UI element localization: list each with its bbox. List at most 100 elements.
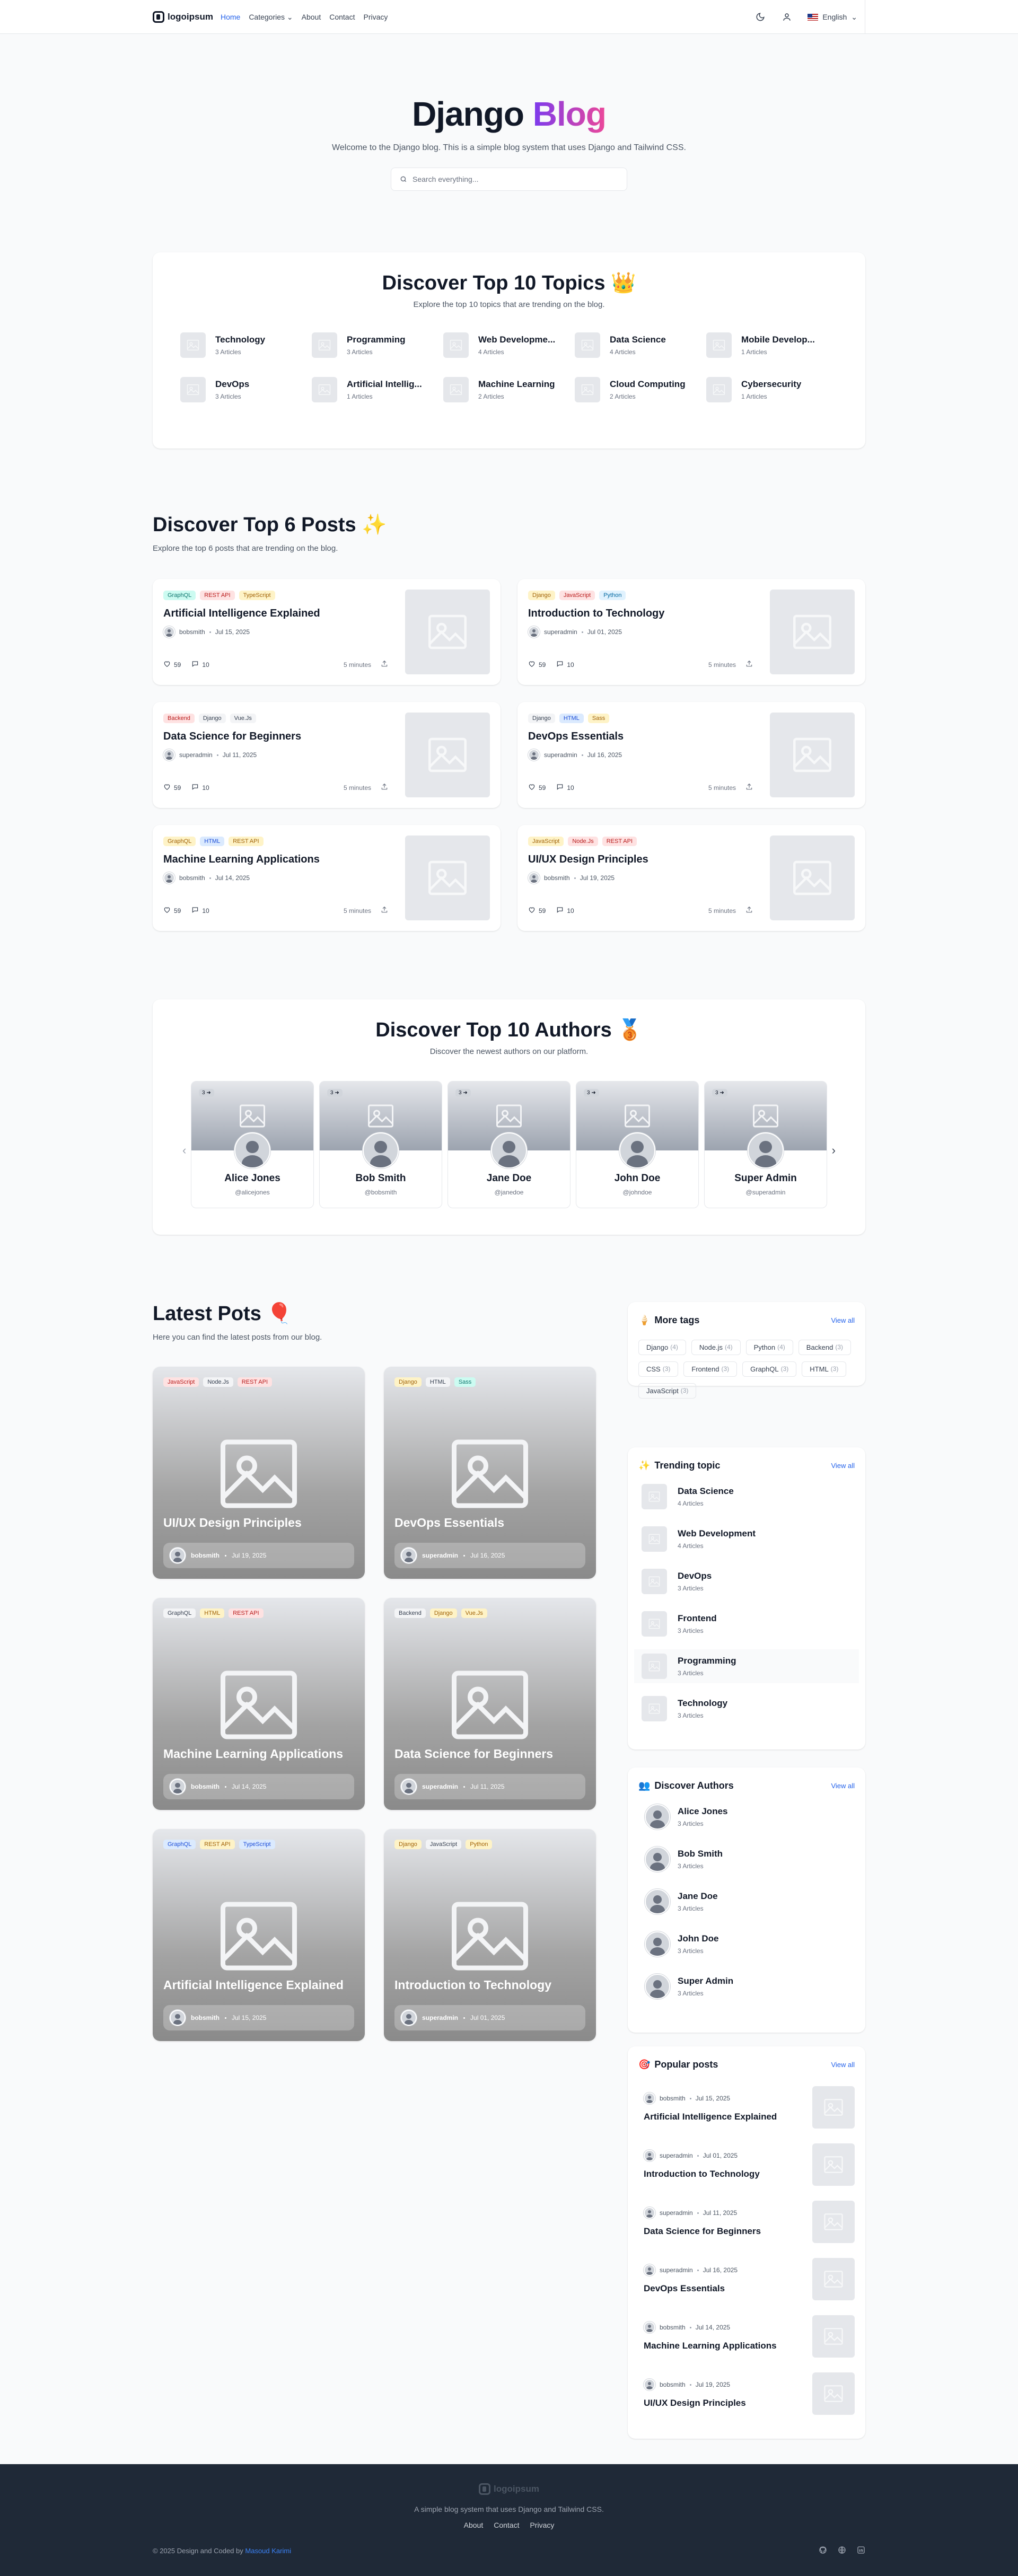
tag-chip[interactable]: Vue.Js (230, 714, 256, 723)
tag-chip[interactable]: Vue.Js (461, 1608, 487, 1618)
topic-item[interactable]: Cybersecurity 1 Articles (706, 377, 838, 402)
topic-item[interactable]: DevOps 3 Articles (180, 377, 312, 402)
tag-chip[interactable]: Backend (163, 714, 195, 723)
top-post-card[interactable]: Django JavaScript Python Introduction to T… (517, 579, 865, 685)
footer-link-privacy[interactable]: Privacy (530, 2521, 554, 2529)
footer-link-contact[interactable]: Contact (494, 2521, 519, 2529)
view-all-tags-link[interactable]: View all (831, 1316, 855, 1324)
brand-logo[interactable]: logoipsum (153, 11, 213, 23)
latest-post-card[interactable]: Backend Django Vue.Js Data Science for Beg… (384, 1598, 596, 1810)
user-icon[interactable] (781, 11, 793, 23)
tag-chip[interactable]: Python (4) (745, 1340, 793, 1355)
tag-chip[interactable]: REST API (237, 1377, 273, 1387)
latest-post-card[interactable]: GraphQL REST API TypeScript Artificial Int… (153, 1829, 365, 2041)
popular-post-item[interactable]: superadmin Jul 11, 2025 Data Science for … (638, 2201, 855, 2243)
topic-item[interactable]: Artificial Intellig... 1 Articles (312, 377, 443, 402)
tag-chip[interactable]: HTML (425, 1377, 450, 1387)
dark-mode-icon[interactable] (754, 11, 766, 23)
tag-chip[interactable]: Sass (587, 714, 610, 723)
top-post-card[interactable]: GraphQL REST API TypeScript Artificial Int… (153, 579, 501, 685)
tag-chip[interactable]: Django (429, 1608, 457, 1618)
carousel-next-icon[interactable]: › (832, 1144, 836, 1157)
tag-chip[interactable]: REST API (229, 837, 264, 846)
post-title[interactable]: UI/UX Design Principles (163, 1516, 302, 1530)
author-item[interactable]: Bob Smith 3 Articles (638, 1847, 855, 1872)
topic-item[interactable]: Machine Learning 2 Articles (443, 377, 575, 402)
view-all-authors-link[interactable]: View all (831, 1782, 855, 1790)
tag-chip[interactable]: JavaScript (3) (638, 1383, 697, 1399)
tag-chip[interactable]: HTML (200, 837, 225, 846)
trending-topic-item[interactable]: Data Science 4 Articles (638, 1484, 855, 1509)
post-title[interactable]: DevOps Essentials (394, 1516, 504, 1530)
author-link[interactable]: Masoud Karimi (245, 2547, 291, 2555)
language-select[interactable]: English ⌄ (808, 0, 865, 34)
tag-chip[interactable]: REST API (229, 1608, 264, 1618)
popular-post-item[interactable]: bobsmith Jul 14, 2025 Machine Learning Ap… (638, 2315, 855, 2358)
nav-link-about[interactable]: About (302, 13, 321, 22)
tag-chip[interactable]: REST API (602, 837, 637, 846)
topic-item[interactable]: Web Developme... 4 Articles (443, 332, 575, 358)
latest-post-card[interactable]: GraphQL HTML REST API Machine Learning App… (153, 1598, 365, 1810)
trending-topic-item[interactable]: Programming 3 Articles (634, 1649, 859, 1683)
tag-chip[interactable]: Node.Js (203, 1377, 233, 1387)
tag-chip[interactable]: Django (198, 714, 226, 723)
share-icon[interactable] (745, 660, 753, 669)
like-button[interactable]: 59 (528, 660, 546, 669)
tag-chip[interactable]: GraphQL (163, 1840, 196, 1849)
tag-chip[interactable]: Django (528, 591, 555, 600)
nav-link-categories[interactable]: Categories ⌄ (249, 13, 293, 22)
linkedin-icon[interactable] (857, 2546, 865, 2556)
view-all-popular-link[interactable]: View all (831, 2061, 855, 2069)
trending-topic-item[interactable]: DevOps 3 Articles (638, 1569, 855, 1594)
author-card[interactable]: 3 ➜ Super Admin @superadmin (704, 1081, 827, 1208)
author-card[interactable]: 3 ➜ Alice Jones @alicejones (191, 1081, 314, 1208)
tag-chip[interactable]: Django (394, 1377, 422, 1387)
tag-chip[interactable]: HTML (200, 1608, 225, 1618)
popular-post-item[interactable]: superadmin Jul 16, 2025 DevOps Essentials (638, 2258, 855, 2300)
latest-post-card[interactable]: JavaScript Node.Js REST API UI/UX Design P… (153, 1367, 365, 1579)
carousel-prev-icon[interactable]: ‹ (182, 1144, 186, 1157)
trending-topic-item[interactable]: Technology 3 Articles (638, 1696, 855, 1721)
author-item[interactable]: Jane Doe 3 Articles (638, 1889, 855, 1914)
tag-chip[interactable]: Sass (454, 1377, 476, 1387)
view-all-topics-link[interactable]: View all (831, 1462, 855, 1470)
tag-chip[interactable]: TypeScript (239, 1840, 275, 1849)
comments-button[interactable]: 10 (191, 906, 209, 915)
author-card[interactable]: 3 ➜ Jane Doe @janedoe (447, 1081, 571, 1208)
tag-chip[interactable]: Python (466, 1840, 493, 1849)
tag-chip[interactable]: Django (394, 1840, 422, 1849)
tag-chip[interactable]: Frontend (3) (683, 1361, 738, 1377)
tag-chip[interactable]: Django (528, 714, 555, 723)
footer-logo[interactable]: logoipsum (479, 2483, 539, 2495)
like-button[interactable]: 59 (163, 906, 181, 915)
share-icon[interactable] (745, 783, 753, 792)
top-post-card[interactable]: Django HTML Sass DevOps Essentials superad… (517, 702, 865, 808)
topic-item[interactable]: Data Science 4 Articles (575, 332, 706, 358)
tag-chip[interactable]: GraphQL (163, 837, 196, 846)
tag-chip[interactable]: Django (4) (638, 1340, 686, 1355)
tag-chip[interactable]: Backend (3) (798, 1340, 852, 1355)
popular-post-item[interactable]: bobsmith Jul 19, 2025 UI/UX Design Princi… (638, 2372, 855, 2415)
comments-button[interactable]: 10 (556, 906, 574, 915)
trending-topic-item[interactable]: Web Development 4 Articles (638, 1526, 855, 1552)
search-input[interactable]: Search everything... (391, 168, 627, 191)
tag-chip[interactable]: JavaScript (163, 1377, 199, 1387)
tag-chip[interactable]: Python (599, 591, 626, 600)
author-item[interactable]: John Doe 3 Articles (638, 1931, 855, 1957)
top-post-card[interactable]: GraphQL HTML REST API Machine Learning App… (153, 825, 501, 931)
popular-post-item[interactable]: bobsmith Jul 15, 2025 Artificial Intellig… (638, 2086, 855, 2129)
topic-item[interactable]: Cloud Computing 2 Articles (575, 377, 706, 402)
tag-chip[interactable]: GraphQL (163, 1608, 196, 1618)
author-card[interactable]: 3 ➜ John Doe @johndoe (576, 1081, 699, 1208)
tag-chip[interactable]: Node.Js (568, 837, 598, 846)
footer-link-about[interactable]: About (464, 2521, 484, 2529)
author-item[interactable]: Alice Jones 3 Articles (638, 1804, 855, 1830)
post-title[interactable]: Machine Learning Applications (163, 1747, 343, 1761)
tag-chip[interactable]: JavaScript (559, 591, 595, 600)
tag-chip[interactable]: GraphQL (3) (742, 1361, 797, 1377)
tag-chip[interactable]: REST API (200, 591, 235, 600)
tag-chip[interactable]: REST API (200, 1840, 235, 1849)
post-title[interactable]: Artificial Intelligence Explained (163, 1978, 344, 1992)
like-button[interactable]: 59 (163, 660, 181, 669)
post-title[interactable]: Introduction to Technology (394, 1978, 551, 1992)
